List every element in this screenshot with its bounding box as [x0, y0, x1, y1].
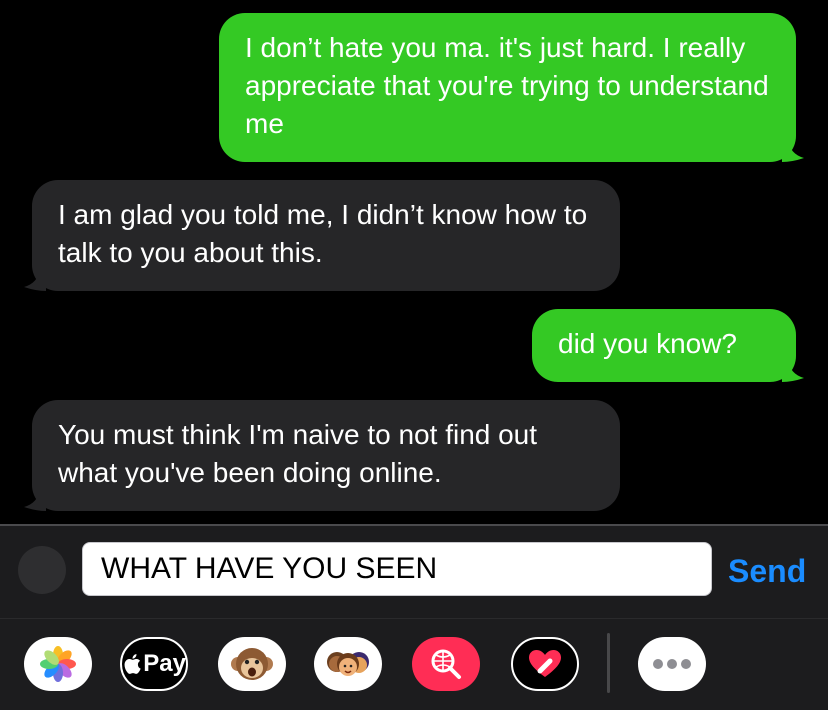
memoji-stickers-icon[interactable] [314, 637, 382, 691]
bubble-tail-icon [782, 140, 804, 162]
avatar [18, 546, 66, 594]
monkey-icon [231, 648, 273, 680]
ellipsis-icon [653, 659, 691, 669]
compose-bar: Send [0, 526, 828, 618]
bubble-tail-icon [24, 489, 46, 511]
more-apps-icon[interactable] [638, 637, 706, 691]
message-text: You must think I'm naive to not find out… [58, 419, 538, 488]
sent-message-bubble[interactable]: I don’t hate you ma. it's just hard. I r… [219, 13, 804, 162]
received-message-bubble[interactable]: I am glad you told me, I didn’t know how… [24, 180, 620, 291]
globe-search-icon [431, 649, 461, 679]
heart-icon [529, 650, 561, 677]
message-text: I don’t hate you ma. it's just hard. I r… [245, 32, 769, 139]
message-text: did you know? [558, 328, 738, 359]
sent-message-bubble[interactable]: did you know? [532, 309, 804, 382]
received-message-bubble[interactable]: You must think I'm naive to not find out… [24, 400, 620, 511]
animoji-icon[interactable] [218, 637, 286, 691]
photos-icon [40, 646, 76, 682]
photos-app-icon[interactable] [24, 637, 92, 691]
bubble-tail-icon [782, 360, 804, 382]
apple-pay-icon[interactable]: Pay [120, 637, 188, 691]
bubble-tail-icon [24, 269, 46, 291]
message-input[interactable] [82, 542, 712, 596]
pay-label: Pay [143, 650, 186, 677]
image-search-icon[interactable] [412, 637, 480, 691]
message-thread: I don’t hate you ma. it's just hard. I r… [0, 0, 828, 524]
message-text: I am glad you told me, I didn’t know how… [58, 199, 588, 268]
apple-logo-icon [124, 654, 141, 674]
memoji-faces-icon [327, 652, 369, 676]
app-drawer: Pay [0, 618, 828, 710]
app-drawer-divider [607, 633, 610, 693]
send-button[interactable]: Send [728, 544, 806, 598]
digital-touch-icon[interactable] [511, 637, 579, 691]
